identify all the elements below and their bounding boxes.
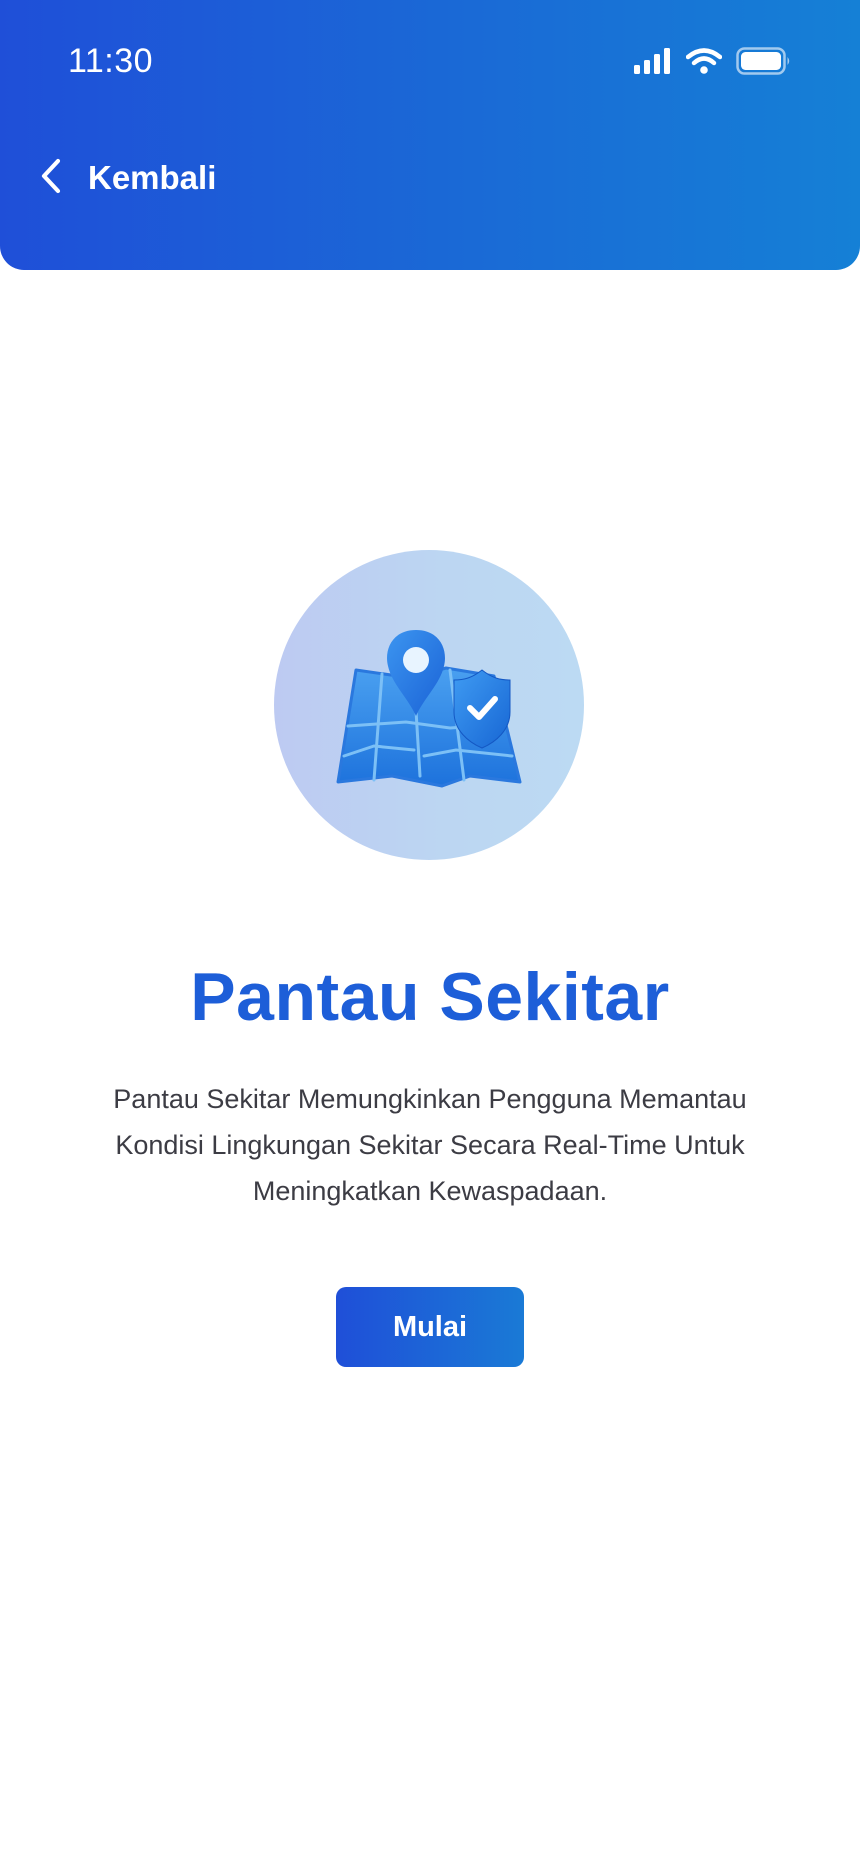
- feature-description: Pantau Sekitar Memungkinkan Pengguna Mem…: [113, 1084, 747, 1206]
- header-bar: 11:30 Kembali: [0, 0, 860, 270]
- back-button[interactable]: Kembali: [36, 150, 216, 206]
- back-label: Kembali: [88, 159, 217, 196]
- chevron-left-icon: [36, 157, 66, 200]
- start-button[interactable]: Mulai: [336, 1287, 524, 1367]
- wifi-icon: [685, 47, 723, 79]
- status-time: 11:30: [68, 42, 154, 80]
- page-title: Pantau Sekitar: [190, 959, 670, 1035]
- signal-icon: [634, 47, 672, 79]
- feature-illustration: [274, 550, 584, 860]
- battery-icon: [736, 46, 792, 80]
- status-icons: [634, 46, 792, 80]
